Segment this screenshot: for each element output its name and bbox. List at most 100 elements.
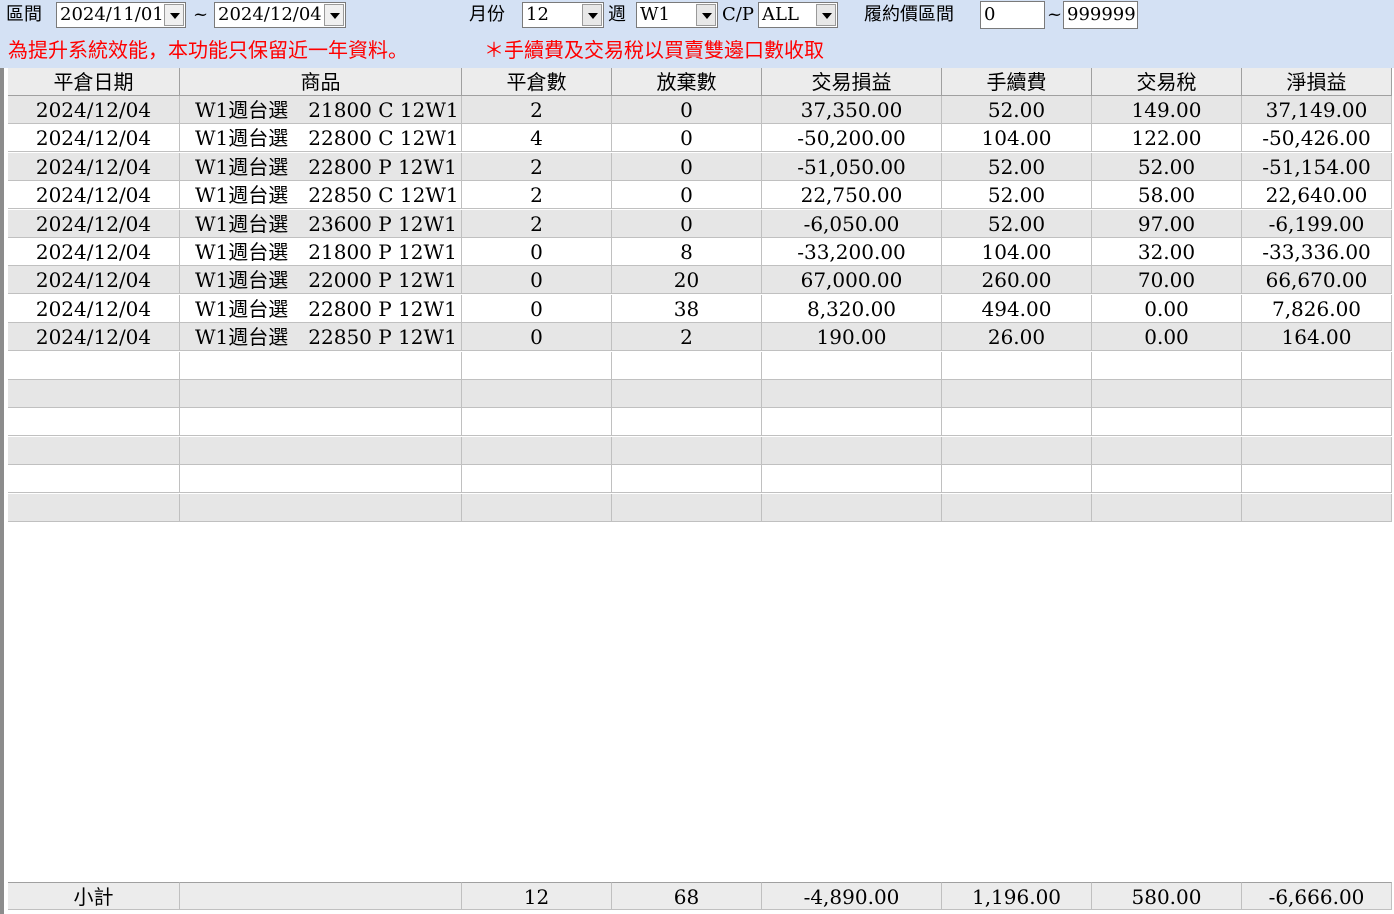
cell-product[interactable] xyxy=(180,436,462,465)
empty-row[interactable] xyxy=(8,465,1392,494)
header-tax[interactable]: 交易稅 xyxy=(1092,68,1242,96)
cell-abandon-qty[interactable] xyxy=(612,465,762,494)
cell-product[interactable] xyxy=(180,408,462,437)
cell-abandon-qty[interactable]: 0 xyxy=(612,209,762,238)
header-product[interactable]: 商品 xyxy=(180,68,462,96)
cell-close-date[interactable]: 2024/12/04 xyxy=(8,181,180,210)
cell-trade-pl[interactable]: 37,350.00 xyxy=(762,96,942,124)
cell-tax[interactable]: 32.00 xyxy=(1092,238,1242,266)
cell-tax[interactable] xyxy=(1092,351,1242,380)
cell-fee[interactable] xyxy=(942,380,1092,408)
cell-abandon-qty[interactable] xyxy=(612,493,762,522)
empty-row[interactable] xyxy=(8,493,1392,522)
cell-abandon-qty[interactable]: 0 xyxy=(612,96,762,124)
cell-close-date[interactable]: 2024/12/04 xyxy=(8,96,180,124)
cell-product[interactable]: W1週台選 22850 P 12W1 xyxy=(180,323,462,352)
empty-row[interactable] xyxy=(8,436,1392,465)
strike-from-input[interactable]: 0 xyxy=(980,1,1045,29)
table-row[interactable]: 2024/12/04 W1週台選 22850 P 12W1 0 2 190.00 26.0… xyxy=(8,323,1392,352)
cell-product[interactable]: W1週台選 22000 P 12W1 xyxy=(180,266,462,295)
cell-abandon-qty[interactable]: 0 xyxy=(612,124,762,153)
cell-close-date[interactable]: 2024/12/04 xyxy=(8,294,180,323)
table-row[interactable]: 2024/12/04 W1週台選 21800 P 12W1 0 8 -33,200.00… xyxy=(8,238,1392,266)
cell-close-qty[interactable]: 2 xyxy=(462,96,612,124)
header-fee[interactable]: 手續費 xyxy=(942,68,1092,96)
cell-tax[interactable] xyxy=(1092,380,1242,408)
table-row[interactable]: 2024/12/04 W1週台選 22850 C 12W1 2 0 22,750.00 5… xyxy=(8,181,1392,210)
cell-tax[interactable]: 58.00 xyxy=(1092,181,1242,210)
cell-product[interactable]: W1週台選 21800 P 12W1 xyxy=(180,238,462,266)
cell-close-date[interactable] xyxy=(8,351,180,380)
cell-tax[interactable] xyxy=(1092,465,1242,494)
cell-trade-pl[interactable]: -6,050.00 xyxy=(762,209,942,238)
cp-dropdown[interactable]: ALL xyxy=(758,2,838,28)
cell-product[interactable]: W1週台選 22850 C 12W1 xyxy=(180,181,462,210)
header-close-date[interactable]: 平倉日期 xyxy=(8,68,180,96)
cell-tax[interactable] xyxy=(1092,408,1242,437)
cell-abandon-qty[interactable] xyxy=(612,351,762,380)
cell-fee[interactable]: 104.00 xyxy=(942,124,1092,153)
cell-trade-pl[interactable]: -50,200.00 xyxy=(762,124,942,153)
cell-trade-pl[interactable] xyxy=(762,436,942,465)
cell-trade-pl[interactable]: 67,000.00 xyxy=(762,266,942,295)
cell-fee[interactable] xyxy=(942,408,1092,437)
header-close-qty[interactable]: 平倉數 xyxy=(462,68,612,96)
empty-row[interactable] xyxy=(8,351,1392,380)
cell-close-date[interactable] xyxy=(8,493,180,522)
cell-abandon-qty[interactable]: 2 xyxy=(612,323,762,352)
cell-net-pl[interactable] xyxy=(1242,436,1392,465)
cell-abandon-qty[interactable]: 8 xyxy=(612,238,762,266)
chevron-down-icon[interactable] xyxy=(816,4,836,26)
cell-close-date[interactable]: 2024/12/04 xyxy=(8,323,180,352)
cell-abandon-qty[interactable] xyxy=(612,436,762,465)
cell-trade-pl[interactable] xyxy=(762,380,942,408)
table-row[interactable]: 2024/12/04 W1週台選 21800 C 12W1 2 0 37,350.00 5… xyxy=(8,96,1392,124)
cell-trade-pl[interactable]: 190.00 xyxy=(762,323,942,352)
cell-product[interactable] xyxy=(180,351,462,380)
cell-product[interactable]: W1週台選 21800 C 12W1 xyxy=(180,96,462,124)
cell-tax[interactable]: 97.00 xyxy=(1092,209,1242,238)
cell-abandon-qty[interactable]: 38 xyxy=(612,294,762,323)
table-row[interactable]: 2024/12/04 W1週台選 23600 P 12W1 2 0 -6,050.00 5… xyxy=(8,209,1392,238)
cell-net-pl[interactable]: -33,336.00 xyxy=(1242,238,1392,266)
cell-close-date[interactable]: 2024/12/04 xyxy=(8,209,180,238)
cell-tax[interactable]: 70.00 xyxy=(1092,266,1242,295)
cell-close-qty[interactable] xyxy=(462,408,612,437)
empty-row[interactable] xyxy=(8,408,1392,437)
cell-close-qty[interactable] xyxy=(462,465,612,494)
table-row[interactable]: 2024/12/04 W1週台選 22800 P 12W1 2 0 -51,050.00… xyxy=(8,152,1392,181)
cell-fee[interactable] xyxy=(942,351,1092,380)
cell-fee[interactable]: 494.00 xyxy=(942,294,1092,323)
cell-net-pl[interactable]: 7,826.00 xyxy=(1242,294,1392,323)
cell-product[interactable]: W1週台選 22800 C 12W1 xyxy=(180,124,462,153)
cell-trade-pl[interactable] xyxy=(762,351,942,380)
cell-fee[interactable]: 52.00 xyxy=(942,152,1092,181)
cell-close-qty[interactable]: 0 xyxy=(462,266,612,295)
cell-close-date[interactable]: 2024/12/04 xyxy=(8,238,180,266)
cell-close-date[interactable] xyxy=(8,408,180,437)
cell-close-qty[interactable]: 0 xyxy=(462,323,612,352)
cell-close-date[interactable]: 2024/12/04 xyxy=(8,124,180,153)
cell-product[interactable] xyxy=(180,465,462,494)
cell-trade-pl[interactable]: -33,200.00 xyxy=(762,238,942,266)
settlement-grid[interactable]: 平倉日期 商品 平倉數 放棄數 交易損益 手續費 交易稅 淨損益 2024/12… xyxy=(0,68,1394,914)
cell-close-date[interactable] xyxy=(8,380,180,408)
header-trade-pl[interactable]: 交易損益 xyxy=(762,68,942,96)
header-net-pl[interactable]: 淨損益 xyxy=(1242,68,1392,96)
cell-tax[interactable]: 0.00 xyxy=(1092,323,1242,352)
cell-fee[interactable] xyxy=(942,493,1092,522)
cell-close-qty[interactable] xyxy=(462,493,612,522)
cell-trade-pl[interactable]: 8,320.00 xyxy=(762,294,942,323)
cell-fee[interactable]: 26.00 xyxy=(942,323,1092,352)
cell-product[interactable]: W1週台選 22800 P 12W1 xyxy=(180,294,462,323)
week-dropdown[interactable]: W1 xyxy=(636,2,718,28)
cell-fee[interactable]: 104.00 xyxy=(942,238,1092,266)
cell-net-pl[interactable]: 22,640.00 xyxy=(1242,181,1392,210)
cell-tax[interactable]: 149.00 xyxy=(1092,96,1242,124)
cell-fee[interactable] xyxy=(942,436,1092,465)
table-row[interactable]: 2024/12/04 W1週台選 22800 C 12W1 4 0 -50,200.00… xyxy=(8,124,1392,153)
header-abandon-qty[interactable]: 放棄數 xyxy=(612,68,762,96)
cell-close-qty[interactable]: 0 xyxy=(462,294,612,323)
date-from-dropdown[interactable]: 2024/11/01 xyxy=(56,2,186,28)
strike-to-input[interactable]: 999999 xyxy=(1063,1,1138,29)
